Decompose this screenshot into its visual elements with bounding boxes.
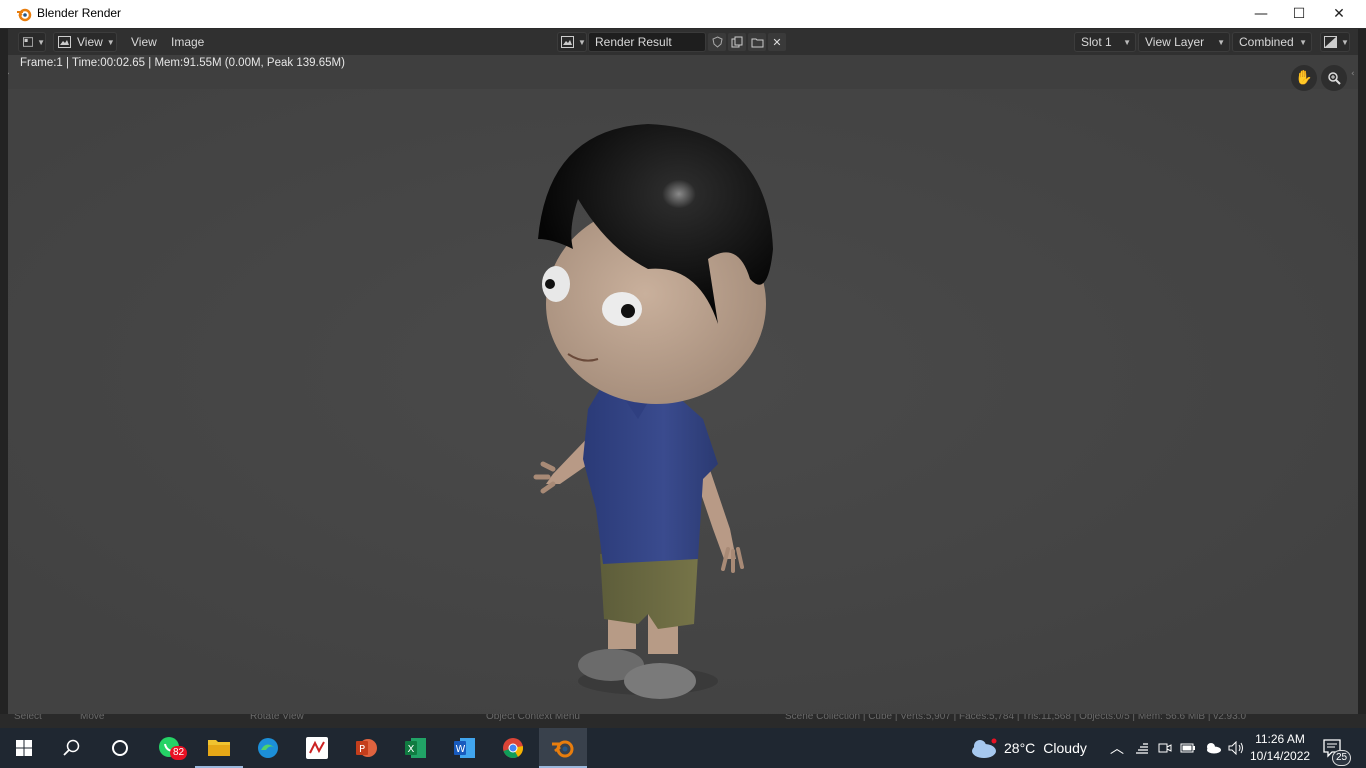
view-layer-label: View Layer — [1145, 35, 1205, 49]
render-pass-dropdown[interactable]: Combined ▼ — [1232, 32, 1312, 52]
cortana-circle-icon — [112, 740, 128, 756]
blender-window: Blender Render — ☐ ✕ ▼ View ▼ View Image — [0, 0, 1366, 728]
powerpoint-icon: P — [356, 739, 377, 757]
battery-icon[interactable] — [1180, 728, 1196, 768]
color-alpha-icon — [1324, 36, 1337, 48]
new-image-icon[interactable] — [728, 33, 746, 51]
folder-icon — [208, 740, 230, 756]
minimize-button[interactable]: — — [1241, 0, 1281, 28]
status-select-hint: Select — [14, 714, 42, 722]
svg-text:W: W — [456, 744, 466, 755]
taskbar-chrome[interactable] — [489, 728, 537, 768]
onedrive-cloud-icon[interactable] — [1204, 728, 1222, 768]
image-icon — [561, 36, 574, 48]
render-info-text: Frame:1 | Time:00:02.65 | Mem:91.55M (0.… — [20, 57, 345, 69]
render-canvas — [8, 89, 1358, 720]
title-bar: Blender Render — ☐ ✕ — [0, 0, 1366, 28]
chrome-icon — [503, 738, 524, 759]
view-layer-dropdown[interactable]: View Layer ▼ — [1138, 32, 1230, 52]
sidebar-expand-arrow-icon[interactable]: ‹ — [1351, 69, 1355, 79]
cloudy-weather-icon — [972, 738, 997, 758]
zoom-magnifier-icon[interactable] — [1321, 65, 1347, 91]
svg-text:X: X — [408, 744, 415, 755]
status-move-hint: Move — [80, 714, 105, 722]
search-button[interactable] — [48, 728, 96, 768]
status-rotate-hint: Rotate View — [250, 714, 304, 722]
right-edge — [1358, 29, 1366, 728]
slot-dropdown[interactable]: Slot 1 ▼ — [1074, 32, 1136, 52]
show-hidden-icons-chevron-up-icon[interactable]: ︿ — [1110, 728, 1124, 768]
whatsapp-badge: 82 — [170, 746, 188, 760]
search-icon — [63, 739, 80, 756]
image-name-field[interactable]: Render Result — [588, 32, 706, 52]
open-folder-icon[interactable] — [748, 33, 766, 51]
taskbar-whatsapp[interactable]: 82 — [146, 728, 194, 768]
toolbar-expand-arrow-icon[interactable]: › — [8, 69, 10, 79]
menu-view[interactable]: View — [131, 32, 157, 52]
image-editor-header: ▼ View ▼ View Image ▼ Render Result ✕ Sl… — [8, 29, 1358, 55]
taskbar-excel[interactable]: X — [391, 728, 439, 768]
slot-label: Slot 1 — [1081, 35, 1112, 49]
word-icon: W — [454, 738, 475, 758]
image-icon — [58, 36, 71, 48]
weather-description: Cloudy — [1043, 740, 1087, 756]
chevron-down-icon: ▼ — [1123, 37, 1131, 47]
taskbar-file-explorer[interactable] — [195, 728, 243, 768]
rendered-character-image — [8, 89, 1358, 720]
taskbar-drawing-app[interactable] — [293, 728, 341, 768]
view-mode-dropdown[interactable]: View ▼ — [53, 32, 117, 52]
chevron-down-icon: ▼ — [1217, 37, 1225, 47]
svg-text:P: P — [359, 744, 365, 755]
taskbar-powerpoint[interactable]: P — [342, 728, 390, 768]
taskbar-blender[interactable] — [539, 728, 587, 768]
menu-image[interactable]: Image — [171, 32, 204, 52]
windows-logo-icon — [16, 740, 32, 756]
notification-count-badge: 25 — [1332, 750, 1352, 766]
pan-hand-icon[interactable]: ✋ — [1291, 65, 1317, 91]
image-viewport[interactable]: Frame:1 | Time:00:02.65 | Mem:91.55M (0.… — [8, 55, 1358, 720]
chevron-down-icon: ▼ — [37, 37, 45, 47]
render-pass-label: Combined — [1239, 35, 1294, 49]
blender-logo-icon — [17, 8, 32, 22]
chevron-down-icon: ▼ — [106, 37, 115, 47]
status-context-hint: Object Context Menu — [486, 714, 580, 722]
cortana-button[interactable] — [96, 728, 144, 768]
notification-center-button[interactable]: 25 — [1322, 728, 1352, 768]
unlink-image-close-icon[interactable]: ✕ — [768, 33, 786, 51]
editor-type-button[interactable]: ▼ — [18, 32, 46, 52]
status-bar: Select Move Rotate View Object Context M… — [0, 714, 1366, 728]
weather-widget[interactable]: 28°C Cloudy — [970, 728, 1087, 768]
fake-user-shield-icon[interactable] — [708, 33, 726, 51]
window-title: Blender Render — [37, 6, 122, 20]
edge-browser-icon — [258, 738, 278, 758]
view-mode-label: View — [77, 35, 103, 49]
clock-date: 10/14/2022 — [1250, 749, 1311, 763]
close-button[interactable]: ✕ — [1319, 0, 1359, 28]
maximize-button[interactable]: ☐ — [1279, 0, 1319, 28]
image-editor-icon — [23, 37, 34, 47]
display-channels-dropdown[interactable]: ▼ — [1320, 32, 1350, 52]
blender-icon — [552, 740, 574, 758]
clock-time: 11:26 AM — [1255, 732, 1305, 746]
meet-camera-icon[interactable] — [1158, 728, 1172, 768]
drawing-app-icon — [306, 737, 328, 759]
chevron-down-icon: ▼ — [1299, 37, 1307, 47]
network-icon[interactable] — [1134, 728, 1150, 768]
chevron-down-icon: ▼ — [1341, 37, 1349, 47]
excel-icon: X — [405, 738, 426, 758]
weather-temperature: 28°C — [1004, 740, 1036, 756]
start-button[interactable] — [0, 728, 48, 768]
left-edge — [0, 29, 8, 728]
volume-speaker-icon[interactable] — [1228, 728, 1246, 768]
chevron-down-icon: ▼ — [578, 37, 586, 47]
taskbar-edge[interactable] — [244, 728, 292, 768]
taskbar-word[interactable]: W — [440, 728, 488, 768]
windows-taskbar: 82 P X W 28°C Cloudy ︿ 11:26 AM 10/14/20… — [0, 728, 1366, 768]
browse-image-button[interactable]: ▼ — [557, 32, 587, 52]
clock[interactable]: 11:26 AM 10/14/2022 — [1250, 731, 1310, 765]
status-scene-stats: Scene Collection | Cube | Verts:5,907 | … — [785, 714, 1247, 722]
